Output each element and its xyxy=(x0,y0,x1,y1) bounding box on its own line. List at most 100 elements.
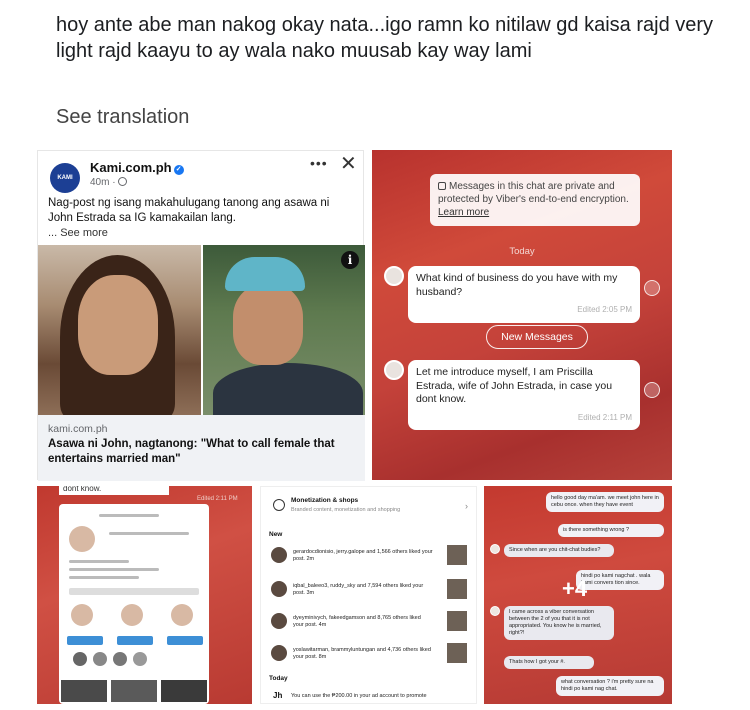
grid-image xyxy=(61,680,107,702)
more-images-count[interactable]: +4 xyxy=(562,576,587,602)
shirt-shape xyxy=(213,363,363,415)
suggested-avatar xyxy=(171,604,193,626)
cap-shape xyxy=(225,257,305,291)
post-thumbnail xyxy=(447,611,467,631)
new-heading: New xyxy=(269,531,283,538)
message-bubble: is there something wrong ? xyxy=(558,524,664,537)
highlight-circle xyxy=(73,652,87,666)
photo-man[interactable]: i xyxy=(203,245,365,415)
message-text: What kind of business do you have with m… xyxy=(416,272,618,298)
sender-avatar xyxy=(384,266,404,286)
message-text: what conversation ? i'm pretty sure na h… xyxy=(561,679,654,692)
suggested-avatar xyxy=(121,604,143,626)
see-more-link[interactable]: ... See more xyxy=(48,227,108,239)
message-bubble: I came across a viber conversation betwe… xyxy=(504,606,614,640)
post-caption: Nag-post ng isang makahulugang tanong an… xyxy=(48,197,330,224)
message-text: is there something wrong ? xyxy=(563,527,630,533)
info-icon[interactable]: i xyxy=(341,251,359,269)
link-domain: kami.com.ph xyxy=(48,423,108,435)
link-preview[interactable]: kami.com.ph Asawa ni John, nagtanong: "W… xyxy=(38,415,365,481)
messenger-chat-screenshot: hello good day ma'am. we meet john here … xyxy=(484,486,672,704)
cropped-message: dont know. xyxy=(59,486,169,495)
message-text: hello good day ma'am. we meet john here … xyxy=(551,495,659,508)
notification-text: iqbal_baleeo3, ruddy_sky and 7,594 other… xyxy=(293,583,424,596)
notification-avatar xyxy=(271,613,287,629)
message-timestamp: Edited 2:11 PM xyxy=(197,496,238,502)
bio-line xyxy=(69,576,139,579)
share-icon[interactable] xyxy=(644,280,660,296)
notification-avatar xyxy=(271,645,287,661)
chevron-right-icon: › xyxy=(465,501,468,511)
message-text: I came across a viber conversation betwe… xyxy=(509,609,602,636)
profile-avatar xyxy=(69,526,95,552)
instagram-notifications-screenshot: Monetization & shops Branded content, mo… xyxy=(260,486,477,704)
profile-screen xyxy=(59,504,209,704)
highlight-circle xyxy=(113,652,127,666)
message-text: Let me introduce myself, I am Priscilla … xyxy=(416,366,613,405)
notification-text: yoslawitarman, brammyluntungan and 4,736… xyxy=(293,647,431,660)
page-name-text[interactable]: Kami.com.ph xyxy=(90,160,172,175)
post-time: 40m · xyxy=(90,177,127,188)
follow-buttons xyxy=(69,588,199,595)
follow-button xyxy=(167,636,203,645)
sender-avatar xyxy=(490,606,500,616)
lock-icon xyxy=(438,182,446,190)
message-bubble: What kind of business do you have with m… xyxy=(408,266,640,323)
photo-woman[interactable] xyxy=(38,245,201,415)
message-bubble: Let me introduce myself, I am Priscilla … xyxy=(408,360,640,430)
message-bubble: hello good day ma'am. we meet john here … xyxy=(546,492,664,512)
post-text: hoy ante abe man nakog okay nata...igo r… xyxy=(56,14,714,62)
message-text: hindi po kami nagchat . wala kami conver… xyxy=(581,573,651,586)
page-avatar[interactable]: KAMI xyxy=(50,163,80,193)
globe-icon xyxy=(117,177,127,186)
follow-button xyxy=(117,636,153,645)
suggested-avatar xyxy=(71,604,93,626)
notification-avatar xyxy=(271,581,287,597)
more-options-button[interactable]: ••• xyxy=(310,155,328,171)
bio-line xyxy=(69,560,129,563)
page-name[interactable]: Kami.com.ph ✓ xyxy=(90,160,184,175)
sender-avatar xyxy=(384,360,404,380)
message-timestamp: Edited 2:11 PM xyxy=(577,412,632,422)
facebook-post-card[interactable]: KAMI Kami.com.ph ✓ 40m · ••• ✕ Nag-post n… xyxy=(37,150,365,481)
bio-line xyxy=(69,568,159,571)
sender-avatar xyxy=(490,544,500,554)
message-bubble: what conversation ? i'm pretty sure na h… xyxy=(556,676,664,696)
post-time-text: 40m · xyxy=(90,177,116,188)
highlight-circle xyxy=(133,652,147,666)
grid-image xyxy=(161,680,207,702)
message-text: Since when are you chit-chat budies? xyxy=(509,547,601,553)
verified-icon: ✓ xyxy=(173,165,184,175)
grid-image xyxy=(111,680,157,702)
section-subtitle: Branded content, monetization and shoppi… xyxy=(291,507,401,513)
share-icon[interactable] xyxy=(644,382,660,398)
message-bubble: hindi po kami nagchat . wala kami conver… xyxy=(576,570,664,590)
notification-text: dyeyminivych, fakeedgamson and 8,765 oth… xyxy=(293,615,421,628)
date-divider: Today xyxy=(509,246,535,257)
face-shape xyxy=(78,275,158,375)
post-thumbnail xyxy=(447,579,467,599)
new-messages-button[interactable]: New Messages xyxy=(486,325,588,349)
notification-avatar xyxy=(271,547,287,563)
viber-chat-screenshot: Messages in this chat are private and pr… xyxy=(372,150,672,480)
link-headline[interactable]: Asawa ni John, nagtanong: "What to call … xyxy=(48,437,358,467)
message-text: Thats how I got your #. xyxy=(509,659,565,665)
notification-text: gerardocdionisio, jerry.galope and 1,566… xyxy=(293,549,433,562)
post-thumbnail xyxy=(447,643,467,663)
notice-text: Messages in this chat are private and pr… xyxy=(438,181,629,205)
notification-text: You can use the ₱200.00 in your ad accou… xyxy=(291,693,427,699)
highlight-circle xyxy=(93,652,107,666)
see-translation-link[interactable]: See translation xyxy=(56,106,189,129)
section-title: Monetization & shops xyxy=(291,497,359,504)
monetization-icon xyxy=(273,499,285,511)
face-shape xyxy=(233,285,303,365)
message-timestamp: Edited 2:05 PM xyxy=(577,305,632,314)
close-button[interactable]: ✕ xyxy=(340,151,357,176)
post-thumbnail xyxy=(447,545,467,565)
learn-more-link[interactable]: Learn more xyxy=(438,207,489,218)
message-bubble: Thats how I got your #. xyxy=(504,656,594,669)
username-bar xyxy=(99,514,159,517)
today-heading: Today xyxy=(269,675,288,682)
follow-button xyxy=(67,636,103,645)
encryption-notice: Messages in this chat are private and pr… xyxy=(430,174,640,226)
